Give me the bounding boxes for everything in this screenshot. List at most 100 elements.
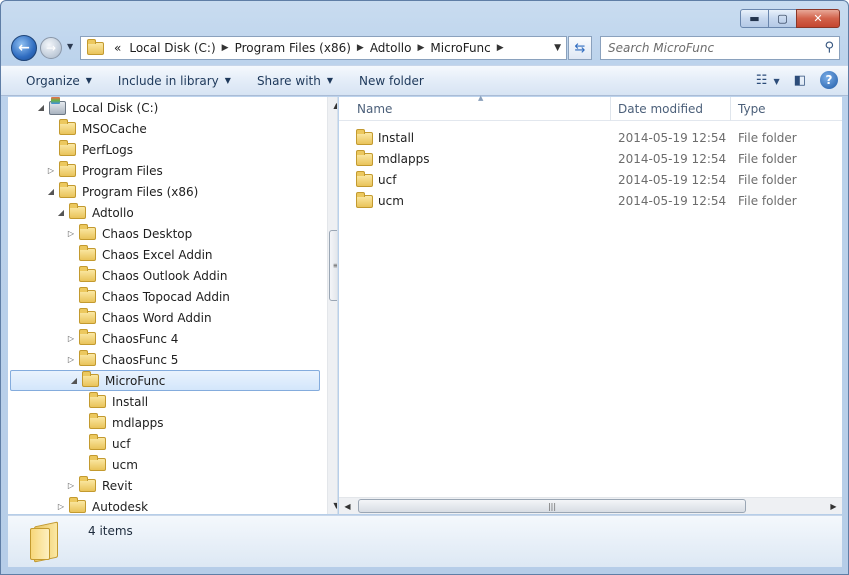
tree-item-label: ucf <box>112 436 131 451</box>
folder-icon <box>356 171 373 187</box>
folder-icon <box>79 266 96 282</box>
file-row[interactable]: Install 2014-05-19 12:54 File folder <box>339 128 842 149</box>
recent-pages-dropdown[interactable]: ▼ <box>67 42 73 51</box>
minimize-button[interactable]: ▬ <box>740 9 769 28</box>
tree-item-label: ucm <box>112 457 138 472</box>
refresh-button[interactable]: ⇆ <box>568 36 592 60</box>
file-row[interactable]: ucm 2014-05-19 12:54 File folder <box>339 191 842 212</box>
tree-item[interactable]: ◢ Adtollo <box>8 202 320 223</box>
column-divider[interactable] <box>730 97 731 121</box>
address-dropdown-icon[interactable]: ▼ <box>554 43 561 53</box>
expand-icon[interactable]: ▷ <box>66 229 76 238</box>
column-divider[interactable] <box>610 97 611 121</box>
folder-icon <box>59 140 76 156</box>
command-bar: Organize ▼ Include in library ▼ Share with… <box>1 65 848 96</box>
scroll-right-icon[interactable]: ▶ <box>825 498 842 515</box>
scroll-down-icon[interactable]: ▼ <box>328 497 337 514</box>
file-row[interactable]: ucf 2014-05-19 12:54 File folder <box>339 170 842 191</box>
tree-item[interactable]: ▷ Revit <box>8 475 320 496</box>
share-with-label: Share with <box>256 73 321 88</box>
breadcrumb-arrow-icon[interactable]: ▶ <box>417 43 424 53</box>
preview-pane-icon[interactable]: ◧ <box>794 73 806 88</box>
breadcrumb-arrow-icon[interactable]: ▶ <box>222 43 229 53</box>
collapse-icon[interactable]: ◢ <box>56 208 66 217</box>
breadcrumb-arrow-icon[interactable]: ▶ <box>497 43 504 53</box>
breadcrumb-adtollo[interactable]: Adtollo <box>370 41 412 55</box>
tree-item[interactable]: ucm <box>8 454 320 475</box>
tree-item[interactable]: ucf <box>8 433 320 454</box>
include-in-library-button[interactable]: Include in library ▼ <box>118 74 231 88</box>
search-input[interactable]: Search MicroFunc ⚲ <box>600 36 840 60</box>
navigation-pane-scrollbar[interactable]: ▲ ≡ ▼ <box>327 97 337 514</box>
tree-item[interactable]: mdlapps <box>8 412 320 433</box>
view-controls: ☷ ▼ ◧ ? <box>742 71 838 89</box>
new-folder-button[interactable]: New folder <box>359 74 424 88</box>
scrollbar-thumb[interactable]: ||| <box>358 499 746 513</box>
tree-item-label: PerfLogs <box>82 142 134 157</box>
back-arrow-icon: ← <box>18 40 30 56</box>
title-bar[interactable]: ▬ ▢ ✕ <box>1 1 848 31</box>
back-button[interactable]: ← <box>11 35 37 61</box>
expand-icon[interactable]: ▷ <box>66 334 76 343</box>
tree-item[interactable]: Chaos Excel Addin <box>8 244 320 265</box>
column-header-type[interactable]: Type <box>738 102 766 116</box>
tree-item[interactable]: ◢ Local Disk (C:) <box>8 97 320 118</box>
tree-item[interactable]: ◢ MicroFunc <box>10 370 320 391</box>
new-folder-label: New folder <box>359 73 424 88</box>
forward-button[interactable]: → <box>40 37 62 59</box>
tree-item[interactable]: ▷ ChaosFunc 4 <box>8 328 320 349</box>
refresh-icon: ⇆ <box>574 40 586 56</box>
tree-item[interactable]: ▷ Chaos Desktop <box>8 223 320 244</box>
folder-icon <box>59 119 76 135</box>
tree-item[interactable]: Chaos Outlook Addin <box>8 265 320 286</box>
tree-item[interactable]: ▷ ChaosFunc 5 <box>8 349 320 370</box>
folder-icon <box>59 182 76 198</box>
close-button[interactable]: ✕ <box>796 9 840 28</box>
breadcrumb-overflow[interactable]: « <box>114 41 121 55</box>
tree-item[interactable]: ◢ Program Files (x86) <box>8 181 320 202</box>
breadcrumb-microfunc[interactable]: MicroFunc <box>430 41 490 55</box>
collapse-icon[interactable]: ◢ <box>46 187 56 196</box>
tree-item[interactable]: MSOCache <box>8 118 320 139</box>
folder-icon <box>356 150 373 166</box>
expand-icon[interactable]: ▷ <box>46 166 56 175</box>
file-date: 2014-05-19 12:54 <box>618 152 727 166</box>
scrollbar-thumb[interactable]: ≡ <box>329 230 337 301</box>
tree-item[interactable]: Chaos Word Addin <box>8 307 320 328</box>
tree-item[interactable]: ▷ Autodesk <box>8 496 320 514</box>
expand-icon[interactable]: ▷ <box>66 481 76 490</box>
tree-item[interactable]: PerfLogs <box>8 139 320 160</box>
address-bar[interactable]: « Local Disk (C:) ▶ Program Files (x86) … <box>80 36 567 60</box>
folder-icon <box>89 392 106 408</box>
tree-item-label: MicroFunc <box>105 373 166 388</box>
breadcrumb-arrow-icon[interactable]: ▶ <box>357 43 364 53</box>
collapse-icon[interactable]: ◢ <box>69 376 79 385</box>
tree-item[interactable]: Chaos Topocad Addin <box>8 286 320 307</box>
file-list-scrollbar[interactable]: ◀ ||| ▶ <box>339 497 842 514</box>
help-icon[interactable]: ? <box>820 71 838 89</box>
view-options-icon[interactable]: ☷ ▼ <box>756 73 780 88</box>
sort-ascending-icon: ▲ <box>478 94 484 102</box>
column-header-name[interactable]: Name <box>357 102 392 116</box>
scroll-up-icon[interactable]: ▲ <box>328 97 337 114</box>
share-with-button[interactable]: Share with ▼ <box>257 74 333 88</box>
expand-icon[interactable]: ▷ <box>56 502 66 511</box>
tree-item[interactable]: Install <box>8 391 320 412</box>
collapse-icon[interactable]: ◢ <box>36 103 46 112</box>
tree-item-label: Autodesk <box>92 499 149 514</box>
maximize-button[interactable]: ▢ <box>769 9 796 28</box>
column-header-date-modified[interactable]: Date modified <box>618 102 703 116</box>
tree-item[interactable]: ▷ Program Files <box>8 160 320 181</box>
folder-icon <box>79 308 96 324</box>
organize-button[interactable]: Organize ▼ <box>26 74 92 88</box>
tree-item-label: Chaos Desktop <box>102 226 193 241</box>
chevron-down-icon: ▼ <box>326 76 333 85</box>
scroll-left-icon[interactable]: ◀ <box>339 498 356 515</box>
file-name: ucf <box>378 173 397 187</box>
breadcrumb-program-files-x86[interactable]: Program Files (x86) <box>235 41 351 55</box>
expand-icon[interactable]: ▷ <box>66 355 76 364</box>
search-icon[interactable]: ⚲ <box>824 40 834 55</box>
breadcrumb-local-disk[interactable]: Local Disk (C:) <box>129 41 215 55</box>
file-row[interactable]: mdlapps 2014-05-19 12:54 File folder <box>339 149 842 170</box>
file-type: File folder <box>738 131 797 145</box>
